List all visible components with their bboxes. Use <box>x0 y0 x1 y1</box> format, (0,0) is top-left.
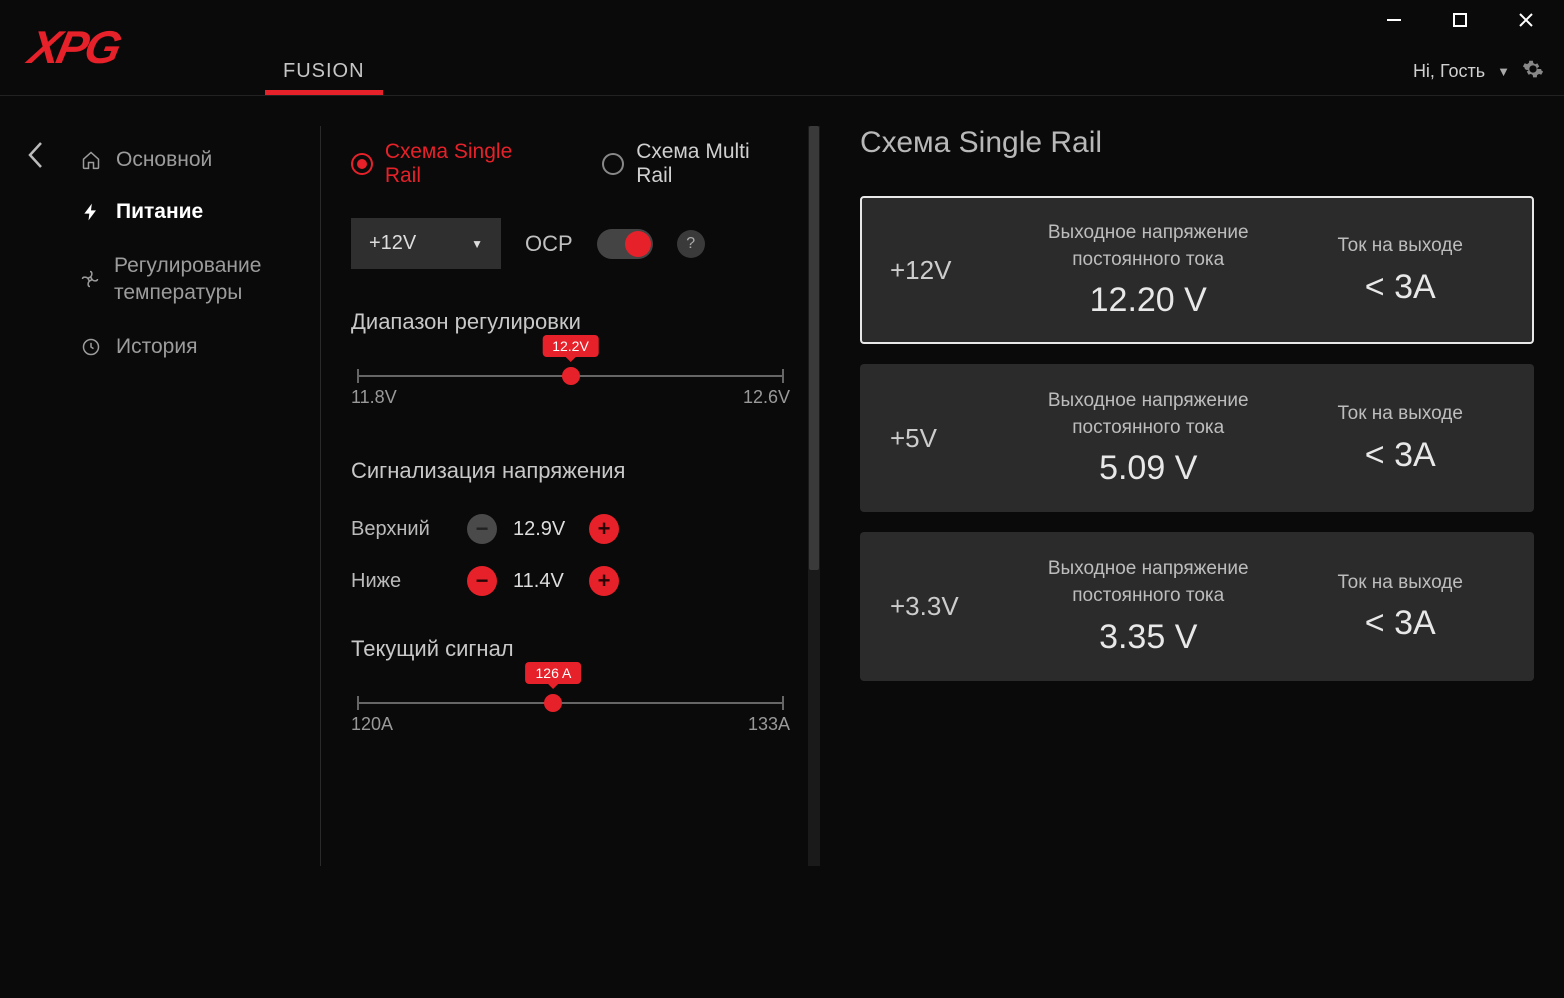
rail-select[interactable]: +12V ▼ <box>351 218 501 269</box>
header: XPG FUSION Hi, Гость ▼ <box>0 0 1564 95</box>
radio-label: Схема Single Rail <box>385 140 553 188</box>
sidebar-item-main[interactable]: Основной <box>70 134 320 186</box>
rail-mode-radios: Схема Single Rail Схема Multi Rail <box>351 126 790 218</box>
rail-name: +3.3V <box>890 591 1000 622</box>
sidebar-item-history[interactable]: История <box>70 321 320 373</box>
sidebar-item-label: Регулирование температуры <box>114 252 310 307</box>
back-column <box>0 126 70 998</box>
radio-label: Схема Multi Rail <box>636 140 790 188</box>
rail-voltage-value: 5.09 V <box>1000 449 1296 488</box>
rail-voltage-col: Выходное напряжение постоянного тока 3.3… <box>1000 556 1296 656</box>
slider-tooltip: 126 A <box>525 662 581 684</box>
chevron-down-icon: ▼ <box>471 237 483 251</box>
section-title: Текущий сигнал <box>351 636 790 662</box>
slider-max-label: 12.6V <box>743 387 790 408</box>
slider-tick <box>782 696 784 710</box>
slider-handle[interactable] <box>544 694 562 712</box>
slider-min-label: 11.8V <box>351 387 397 408</box>
ocp-help-button[interactable]: ? <box>677 230 705 258</box>
brand-text: XPG <box>24 20 124 74</box>
rail-current-label: Ток на выходе <box>1296 401 1504 428</box>
rail-card-12v[interactable]: +12V Выходное напряжение постоянного ток… <box>860 196 1534 344</box>
rail-voltage-label: Выходное напряжение постоянного тока <box>1000 220 1296 273</box>
rail-voltage-col: Выходное напряжение постоянного тока 5.0… <box>1000 388 1296 488</box>
alarm-lower-label: Ниже <box>351 570 451 593</box>
slider-handle[interactable] <box>562 367 580 385</box>
readings-title: Схема Single Rail <box>860 126 1534 160</box>
rail-voltage-value: 12.20 V <box>1000 281 1296 320</box>
rail-card-5v[interactable]: +5V Выходное напряжение постоянного тока… <box>860 364 1534 512</box>
rail-current-value: < 3A <box>1296 436 1504 475</box>
slider-tooltip: 12.2V <box>542 335 599 357</box>
alarm-upper-value: 12.9V <box>513 518 573 541</box>
rail-current-label: Ток на выходе <box>1296 233 1504 260</box>
panel-scrollbar[interactable] <box>808 126 820 866</box>
user-greeting: Hi, Гость <box>1413 61 1485 82</box>
slider-tick <box>357 696 359 710</box>
section-title: Сигнализация напряжения <box>351 458 790 484</box>
alarm-upper-label: Верхний <box>351 518 451 541</box>
sidebar: Основной Питание Регулирование температу… <box>70 126 320 998</box>
toggle-knob <box>625 231 651 257</box>
rail-control-row: +12V ▼ OCP ? <box>351 218 790 269</box>
rail-voltage-col: Выходное напряжение постоянного тока 12.… <box>1000 220 1296 320</box>
rail-current-col: Ток на выходе < 3A <box>1296 401 1504 475</box>
scrollbar-thumb[interactable] <box>809 126 819 570</box>
sidebar-item-power[interactable]: Питание <box>70 186 320 238</box>
slider-min-label: 120A <box>351 714 393 735</box>
main-tabs: FUSION <box>255 0 393 95</box>
alarm-upper-row: Верхний − 12.9V + <box>351 514 790 544</box>
settings-gear-icon[interactable] <box>1522 58 1544 85</box>
alarm-lower-minus-button[interactable]: − <box>467 566 497 596</box>
slider-tick <box>782 369 784 383</box>
tab-fusion[interactable]: FUSION <box>255 60 393 95</box>
sidebar-item-label: Основной <box>116 148 212 172</box>
sidebar-item-label: История <box>116 335 197 359</box>
home-icon <box>80 149 102 171</box>
rail-current-col: Ток на выходе < 3A <box>1296 570 1504 644</box>
radio-single-rail[interactable]: Схема Single Rail <box>351 140 552 188</box>
alarm-lower-value: 11.4V <box>513 570 573 593</box>
settings-panel: Схема Single Rail Схема Multi Rail +12V … <box>320 126 820 866</box>
sidebar-item-label: Питание <box>116 200 203 224</box>
alarm-upper-minus-button[interactable]: − <box>467 514 497 544</box>
clock-icon <box>80 336 102 358</box>
rail-name: +12V <box>890 255 1000 286</box>
adjust-range-slider[interactable]: 12.2V <box>357 375 784 377</box>
brand-logo: XPG <box>30 20 195 75</box>
section-title: Диапазон регулировки <box>351 309 790 335</box>
ocp-label: OCP <box>525 231 573 257</box>
current-signal-section: Текущий сигнал 126 A 120A 133A <box>351 636 790 735</box>
voltage-alarm-section: Сигнализация напряжения Верхний − 12.9V … <box>351 458 790 596</box>
rail-card-3v3[interactable]: +3.3V Выходное напряжение постоянного то… <box>860 532 1534 680</box>
alarm-lower-plus-button[interactable]: + <box>589 566 619 596</box>
alarm-lower-row: Ниже − 11.4V + <box>351 566 790 596</box>
rail-current-label: Ток на выходе <box>1296 570 1504 597</box>
rail-current-value: < 3A <box>1296 604 1504 643</box>
user-area: Hi, Гость ▼ <box>1413 58 1544 85</box>
back-button[interactable] <box>26 140 44 998</box>
user-menu-chevron-icon[interactable]: ▼ <box>1497 64 1510 79</box>
alarm-upper-plus-button[interactable]: + <box>589 514 619 544</box>
rail-voltage-label: Выходное напряжение постоянного тока <box>1000 388 1296 441</box>
radio-icon <box>602 153 624 175</box>
rail-name: +5V <box>890 423 1000 454</box>
current-signal-slider[interactable]: 126 A <box>357 702 784 704</box>
fan-icon <box>80 268 100 290</box>
radio-icon <box>351 153 373 175</box>
rail-voltage-value: 3.35 V <box>1000 618 1296 657</box>
main-content: Основной Питание Регулирование температу… <box>0 96 1564 998</box>
ocp-toggle[interactable] <box>597 229 653 259</box>
radio-multi-rail[interactable]: Схема Multi Rail <box>602 140 790 188</box>
lightning-icon <box>80 201 102 223</box>
select-value: +12V <box>369 232 416 255</box>
rail-current-col: Ток на выходе < 3A <box>1296 233 1504 307</box>
adjust-range-section: Диапазон регулировки 12.2V 11.8V 12.6V <box>351 309 790 408</box>
slider-tick <box>357 369 359 383</box>
sidebar-item-thermal[interactable]: Регулирование температуры <box>70 238 320 321</box>
rail-current-value: < 3A <box>1296 268 1504 307</box>
slider-max-label: 133A <box>748 714 790 735</box>
rail-readings-panel: Схема Single Rail +12V Выходное напряжен… <box>820 126 1564 998</box>
rail-voltage-label: Выходное напряжение постоянного тока <box>1000 556 1296 609</box>
